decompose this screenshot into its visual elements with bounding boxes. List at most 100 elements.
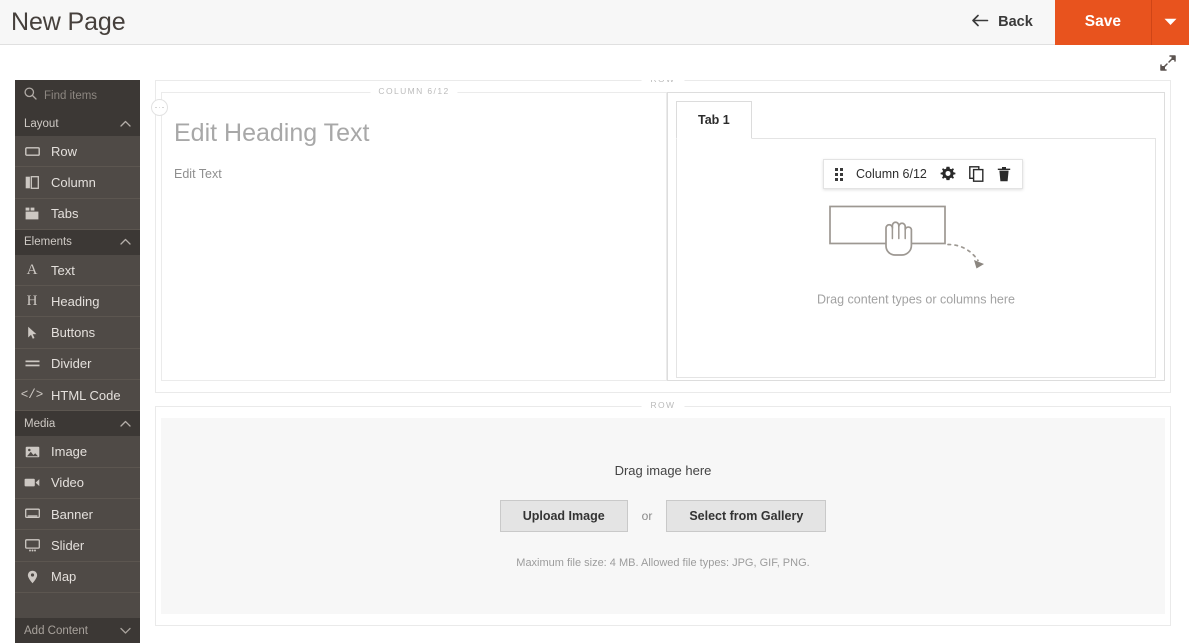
- divider-icon: [24, 356, 40, 372]
- tabs-strip: Tab 1: [676, 101, 1156, 139]
- sidebar-item-image[interactable]: Image: [15, 436, 140, 468]
- row-2[interactable]: ROW Drag image here Upload Image or Sele…: [155, 400, 1171, 626]
- sidebar-item-heading[interactable]: H Heading: [15, 286, 140, 318]
- sidebar-item-column[interactable]: Column: [15, 167, 140, 199]
- trash-icon: [997, 166, 1011, 182]
- row-icon: [24, 143, 40, 159]
- sidebar-item-column-label: Column: [51, 174, 96, 190]
- sidebar-item-video[interactable]: Video: [15, 468, 140, 499]
- sidebar-item-image-label: Image: [51, 444, 88, 460]
- sidebar-item-html-code[interactable]: </> HTML Code: [15, 380, 140, 412]
- canvas-toolbar: [0, 45, 1189, 80]
- sidebar-item-map[interactable]: Map: [15, 562, 140, 593]
- sidebar-item-divider-label: Divider: [51, 356, 92, 372]
- element-floating-toolbar: Column 6/12: [823, 159, 1023, 189]
- row-block-1: ROW COLUMN 6/12 Edit Heading Text Edit T…: [151, 80, 1171, 393]
- arrow-left-icon: [972, 14, 989, 30]
- chevron-up-icon: [120, 236, 131, 248]
- duplicate-button[interactable]: [968, 166, 984, 182]
- heading-h-icon: H: [26, 292, 38, 309]
- gear-icon: [940, 166, 956, 182]
- copy-icon: [968, 166, 984, 182]
- save-button-group: Save: [1054, 0, 1189, 45]
- search-icon: [24, 86, 37, 105]
- sidebar-item-tabs[interactable]: Tabs: [15, 199, 140, 230]
- image-widget-dropzone[interactable]: Drag image here Upload Image or Select f…: [161, 418, 1165, 614]
- search-input[interactable]: [44, 89, 131, 102]
- sidebar-item-banner[interactable]: Banner: [15, 499, 140, 531]
- select-from-gallery-button[interactable]: Select from Gallery: [666, 500, 827, 532]
- sidebar-item-text-label: Text: [51, 262, 75, 278]
- column-left-label: COLUMN 6/12: [370, 86, 458, 96]
- sidebar-group-layout[interactable]: Layout: [15, 111, 140, 136]
- sidebar-add-content[interactable]: Add Content: [15, 618, 140, 643]
- expand-diagonal-icon[interactable]: [1159, 54, 1177, 72]
- sidebar-item-slider-label: Slider: [51, 537, 85, 553]
- floating-toolbar-label: Column 6/12: [856, 167, 927, 181]
- caret-down-icon: [1164, 18, 1177, 26]
- page-canvas[interactable]: ROW COLUMN 6/12 Edit Heading Text Edit T…: [140, 80, 1189, 643]
- back-button-label: Back: [998, 14, 1033, 30]
- drag-grip-icon[interactable]: [835, 167, 843, 181]
- column-icon: [24, 174, 40, 190]
- text-placeholder[interactable]: Edit Text: [162, 148, 666, 181]
- sidebar-item-html-code-label: HTML Code: [51, 387, 121, 403]
- sidebar-item-slider[interactable]: Slider: [15, 530, 140, 562]
- delete-button[interactable]: [997, 166, 1011, 182]
- video-camera-icon: [24, 475, 40, 491]
- chevron-up-icon: [120, 118, 131, 130]
- chevron-up-icon: [120, 418, 131, 430]
- save-button[interactable]: Save: [1054, 0, 1151, 45]
- sidebar-group-media-label: Media: [24, 417, 56, 430]
- cursor-arrow-icon: [24, 325, 40, 341]
- app-header: New Page Back Save: [0, 0, 1189, 45]
- sidebar-item-video-label: Video: [51, 475, 85, 491]
- image-dropzone-actions: Upload Image or Select from Gallery: [499, 500, 827, 532]
- text-a-icon: A: [26, 261, 38, 278]
- sidebar-search[interactable]: [15, 80, 140, 111]
- tabs-icon: [24, 206, 40, 222]
- row-1[interactable]: ROW COLUMN 6/12 Edit Heading Text Edit T…: [151, 80, 1171, 393]
- sidebar-group-media[interactable]: Media: [15, 411, 140, 437]
- sidebar-item-divider[interactable]: Divider: [15, 349, 140, 381]
- settings-button[interactable]: [940, 166, 956, 182]
- or-label: or: [641, 509, 653, 523]
- tab-1[interactable]: Tab 1: [676, 101, 752, 139]
- page-title: New Page: [11, 7, 126, 36]
- sidebar-item-banner-label: Banner: [51, 506, 93, 522]
- row-block-2: ROW Drag image here Upload Image or Sele…: [155, 400, 1171, 626]
- chevron-down-icon: [120, 625, 131, 637]
- dropzone-label: Drag content types or columns here: [816, 292, 1016, 307]
- slider-icon: [24, 537, 40, 553]
- sidebar-item-row-label: Row: [51, 143, 78, 159]
- row-1-label: ROW: [641, 80, 685, 84]
- sidebar-add-content-label: Add Content: [24, 624, 88, 637]
- column-left[interactable]: COLUMN 6/12 Edit Heading Text Edit Text: [151, 86, 667, 381]
- header-actions: Back Save: [950, 0, 1189, 45]
- map-pin-icon: [24, 569, 40, 585]
- sidebar-item-map-label: Map: [51, 569, 77, 585]
- save-dropdown-button[interactable]: [1151, 0, 1189, 45]
- banner-icon: [24, 506, 40, 522]
- elements-sidebar: Layout Row Column: [15, 80, 140, 643]
- drag-hand-icon: [828, 205, 1004, 276]
- sidebar-item-text[interactable]: A Text: [15, 255, 140, 287]
- row-2-label: ROW: [641, 400, 685, 410]
- sidebar-group-elements[interactable]: Elements: [15, 229, 140, 255]
- sidebar-item-buttons[interactable]: Buttons: [15, 317, 140, 349]
- heading-placeholder[interactable]: Edit Heading Text: [162, 93, 666, 148]
- sidebar-item-row[interactable]: Row: [15, 136, 140, 168]
- image-icon: [24, 444, 40, 460]
- sidebar-item-heading-label: Heading: [51, 293, 100, 309]
- sidebar-item-tabs-label: Tabs: [51, 206, 79, 222]
- dropzone-illustration: Drag content types or columns here: [677, 205, 1155, 306]
- column-right-tabs-widget[interactable]: Tab 1 Drag content types or columns here: [667, 92, 1165, 381]
- back-button[interactable]: Back: [950, 0, 1055, 45]
- sidebar-group-layout-label: Layout: [24, 117, 59, 130]
- sidebar-spacer: [15, 592, 140, 618]
- code-brackets-icon: </>: [20, 387, 44, 402]
- sidebar-item-buttons-label: Buttons: [51, 325, 96, 341]
- upload-image-button[interactable]: Upload Image: [499, 500, 628, 532]
- dots-handle-icon[interactable]: [151, 99, 168, 116]
- workspace: Layout Row Column: [0, 80, 1189, 643]
